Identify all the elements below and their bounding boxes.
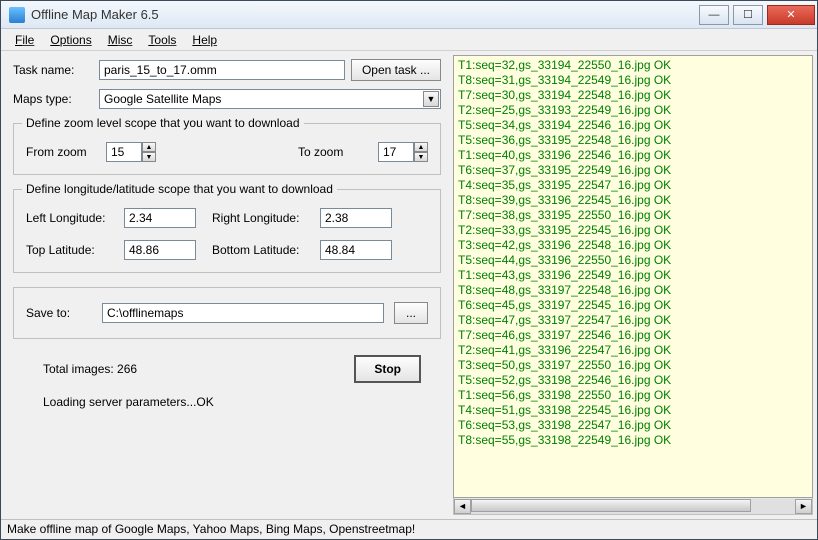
- log-line: T6:seq=45,gs_33197_22545_16.jpg OK: [458, 298, 808, 313]
- menu-misc[interactable]: Misc: [100, 31, 141, 49]
- log-line: T8:seq=39,gs_33196_22545_16.jpg OK: [458, 193, 808, 208]
- from-zoom-input[interactable]: [106, 142, 142, 162]
- top-lat-input[interactable]: [124, 240, 196, 260]
- maximize-button[interactable]: ☐: [733, 5, 763, 25]
- bottom-lat-label: Bottom Latitude:: [212, 243, 312, 257]
- download-log[interactable]: T1:seq=32,gs_33194_22550_16.jpg OKT8:seq…: [453, 55, 813, 498]
- log-hscrollbar[interactable]: ◄ ►: [453, 498, 813, 515]
- log-line: T5:seq=36,gs_33195_22548_16.jpg OK: [458, 133, 808, 148]
- bottom-lat-input[interactable]: [320, 240, 392, 260]
- titlebar: Offline Map Maker 6.5 — ☐ ✕: [1, 1, 817, 29]
- log-line: T6:seq=53,gs_33198_22547_16.jpg OK: [458, 418, 808, 433]
- log-line: T8:seq=31,gs_33194_22549_16.jpg OK: [458, 73, 808, 88]
- save-to-label: Save to:: [26, 306, 92, 320]
- to-zoom-up-icon[interactable]: ▲: [414, 142, 428, 152]
- latlon-scope-group: Define longitude/latitude scope that you…: [13, 189, 441, 273]
- log-line: T7:seq=46,gs_33197_22546_16.jpg OK: [458, 328, 808, 343]
- browse-button[interactable]: ...: [394, 302, 428, 324]
- log-line: T8:seq=55,gs_33198_22549_16.jpg OK: [458, 433, 808, 448]
- task-name-input[interactable]: [99, 60, 345, 80]
- menu-tools[interactable]: Tools: [140, 31, 184, 49]
- log-line: T2:seq=33,gs_33195_22545_16.jpg OK: [458, 223, 808, 238]
- app-icon: [9, 7, 25, 23]
- log-line: T4:seq=51,gs_33198_22545_16.jpg OK: [458, 403, 808, 418]
- log-line: T5:seq=44,gs_33196_22550_16.jpg OK: [458, 253, 808, 268]
- log-line: T2:seq=41,gs_33196_22547_16.jpg OK: [458, 343, 808, 358]
- scroll-thumb[interactable]: [471, 499, 751, 512]
- scroll-left-icon[interactable]: ◄: [454, 499, 471, 514]
- log-line: T1:seq=43,gs_33196_22549_16.jpg OK: [458, 268, 808, 283]
- window-title: Offline Map Maker 6.5: [31, 7, 697, 22]
- open-task-button[interactable]: Open task ...: [351, 59, 441, 81]
- log-panel: T1:seq=32,gs_33194_22550_16.jpg OKT8:seq…: [453, 51, 817, 519]
- menubar: File Options Misc Tools Help: [1, 29, 817, 51]
- app-window: Offline Map Maker 6.5 — ☐ ✕ File Options…: [0, 0, 818, 540]
- maps-type-label: Maps type:: [13, 92, 93, 106]
- log-line: T7:seq=38,gs_33195_22550_16.jpg OK: [458, 208, 808, 223]
- maps-type-select[interactable]: [99, 89, 441, 109]
- left-lon-input[interactable]: [124, 208, 196, 228]
- log-line: T1:seq=40,gs_33196_22546_16.jpg OK: [458, 148, 808, 163]
- to-zoom-input[interactable]: [378, 142, 414, 162]
- menu-help[interactable]: Help: [184, 31, 225, 49]
- zoom-scope-legend: Define zoom level scope that you want to…: [22, 116, 304, 130]
- log-line: T3:seq=42,gs_33196_22548_16.jpg OK: [458, 238, 808, 253]
- from-zoom-down-icon[interactable]: ▼: [142, 152, 156, 162]
- log-line: T2:seq=25,gs_33193_22549_16.jpg OK: [458, 103, 808, 118]
- task-name-label: Task name:: [13, 63, 93, 77]
- log-line: T5:seq=34,gs_33194_22546_16.jpg OK: [458, 118, 808, 133]
- to-zoom-label: To zoom: [298, 145, 368, 159]
- log-line: T6:seq=37,gs_33195_22549_16.jpg OK: [458, 163, 808, 178]
- chevron-down-icon[interactable]: ▼: [423, 91, 439, 107]
- stop-button[interactable]: Stop: [354, 355, 421, 383]
- log-line: T3:seq=50,gs_33197_22550_16.jpg OK: [458, 358, 808, 373]
- to-zoom-down-icon[interactable]: ▼: [414, 152, 428, 162]
- top-lat-label: Top Latitude:: [26, 243, 116, 257]
- save-to-input[interactable]: [102, 303, 384, 323]
- save-to-group: Save to: ...: [13, 287, 441, 339]
- loading-status: Loading server parameters...OK: [13, 391, 441, 409]
- zoom-scope-group: Define zoom level scope that you want to…: [13, 123, 441, 175]
- log-line: T1:seq=56,gs_33198_22550_16.jpg OK: [458, 388, 808, 403]
- left-lon-label: Left Longitude:: [26, 211, 116, 225]
- log-line: T8:seq=47,gs_33197_22547_16.jpg OK: [458, 313, 808, 328]
- minimize-button[interactable]: —: [699, 5, 729, 25]
- menu-file[interactable]: File: [7, 31, 42, 49]
- from-zoom-label: From zoom: [26, 145, 96, 159]
- latlon-scope-legend: Define longitude/latitude scope that you…: [22, 182, 337, 196]
- right-lon-input[interactable]: [320, 208, 392, 228]
- log-line: T1:seq=32,gs_33194_22550_16.jpg OK: [458, 58, 808, 73]
- menu-options[interactable]: Options: [42, 31, 99, 49]
- total-images-label: Total images: 266: [43, 362, 137, 376]
- settings-panel: Task name: Open task ... Maps type: ▼ De…: [1, 51, 453, 519]
- log-line: T5:seq=52,gs_33198_22546_16.jpg OK: [458, 373, 808, 388]
- scroll-right-icon[interactable]: ►: [795, 499, 812, 514]
- scroll-track[interactable]: [471, 499, 795, 514]
- statusbar: Make offline map of Google Maps, Yahoo M…: [1, 519, 817, 539]
- right-lon-label: Right Longitude:: [212, 211, 312, 225]
- log-line: T8:seq=48,gs_33197_22548_16.jpg OK: [458, 283, 808, 298]
- from-zoom-up-icon[interactable]: ▲: [142, 142, 156, 152]
- log-line: T4:seq=35,gs_33195_22547_16.jpg OK: [458, 178, 808, 193]
- close-button[interactable]: ✕: [767, 5, 815, 25]
- log-line: T7:seq=30,gs_33194_22548_16.jpg OK: [458, 88, 808, 103]
